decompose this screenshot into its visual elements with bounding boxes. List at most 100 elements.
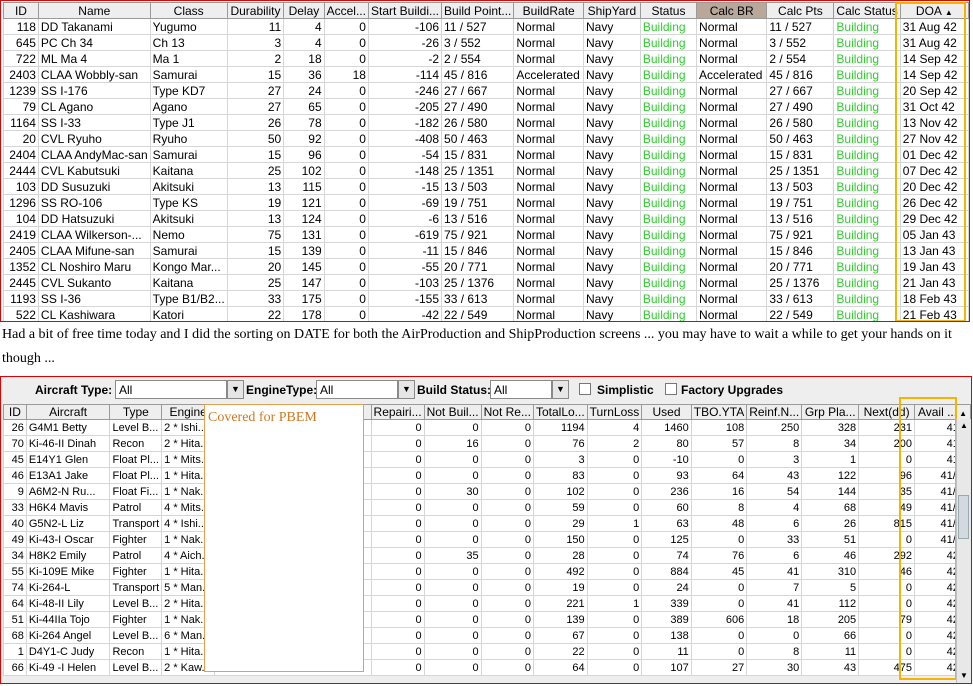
ship-table-header: ID Name Class Durability Delay Accel... Start … (3, 2, 969, 19)
column-header[interactable]: TurnLoss (586, 404, 643, 420)
table-cell: Building (639, 226, 698, 243)
table-row[interactable]: 40 G5N2-L Liz Transport 4 * Ishi... 0 0 0 29 1 63… (3, 515, 971, 532)
column-header[interactable]: Type (109, 404, 163, 420)
table-row[interactable]: 34 H8K2 Emily Patrol 4 * Aich... 0 35 0 28 0 74 76… (3, 547, 971, 564)
table-cell: 0 (323, 130, 369, 147)
column-header[interactable]: Next(dd) (858, 404, 916, 420)
column-header[interactable]: Not Re... (480, 404, 534, 420)
table-cell: 606 (690, 611, 748, 628)
table-row[interactable]: 2444 CVL Kabutsuki Kaitana 25 102 0 -148 25 / 1… (3, 162, 969, 179)
column-header[interactable]: TotalLo... (532, 404, 588, 420)
table-cell: Fighter (109, 531, 163, 548)
table-cell: 33 / 613 (766, 290, 835, 307)
table-row[interactable]: 118 DD Takanami Yugumo 11 4 0 -106 11 / 527 Norm… (3, 18, 969, 35)
table-cell: 26 (226, 114, 285, 131)
build-status-select[interactable]: All (490, 380, 552, 399)
column-header[interactable]: Accel... (323, 2, 369, 19)
column-header[interactable]: Build Point... (441, 2, 515, 19)
table-cell: 16 (690, 483, 748, 500)
column-header[interactable]: Grp Pla... (801, 404, 860, 420)
table-cell: 0 (586, 611, 643, 628)
table-cell: Type J1 (149, 114, 228, 131)
table-row[interactable]: 2419 CLAA Wilkerson-... Nemo 75 131 0 -619 75 /… (3, 226, 969, 243)
table-row[interactable]: 1 D4Y1-C Judy Recon 1 * Hita... 0 0 0 22 0 11 0 8 11… (3, 643, 971, 660)
table-row[interactable]: 1239 SS I-176 Type KD7 27 24 0 -246 27 / 667 Nor… (3, 82, 969, 99)
table-row[interactable]: 55 Ki-109E Mike Fighter 1 * Hita... 0 0 0 492 0 8… (3, 563, 971, 580)
table-row[interactable]: 2404 CLAA AndyMac-san Samurai 15 96 0 -54 15 / … (3, 146, 969, 163)
table-row[interactable]: 104 DD Hatsuzuki Akitsuki 13 124 0 -6 13 / 516 N… (3, 210, 969, 227)
column-header[interactable]: Avail ... ▲ (914, 404, 971, 420)
simplistic-checkbox[interactable] (579, 383, 591, 395)
column-header[interactable]: ID (3, 404, 27, 420)
column-header[interactable]: Used (641, 404, 692, 420)
column-header[interactable]: TBO.YTA (690, 404, 748, 420)
scroll-down-icon[interactable]: ▼ (957, 669, 971, 683)
table-cell: 0 (370, 467, 425, 484)
scroll-thumb[interactable] (958, 495, 969, 539)
column-header[interactable]: Delay (283, 2, 325, 19)
table-row[interactable]: 46 E13A1 Jake Float Pl... 1 * Hita... 0 0 0 83 0… (3, 467, 971, 484)
table-cell: Building (639, 162, 698, 179)
table-cell: Navy (582, 34, 641, 51)
table-cell: 0 (480, 611, 534, 628)
table-row[interactable]: 45 E14Y1 Glen Float Pl... 1 * Mits... 0 0 0 3 0-… (3, 451, 971, 468)
vertical-scrollbar[interactable]: ▲ ▼ (956, 419, 971, 683)
table-cell: Normal (696, 130, 768, 147)
table-row[interactable]: 20 CVL Ryuho Ryuho 50 92 0 -408 50 / 463 Normal N… (3, 130, 969, 147)
factory-upgrades-checkbox[interactable] (665, 383, 677, 395)
column-header[interactable]: Status (639, 2, 698, 19)
engine-type-select[interactable]: All (316, 380, 398, 399)
table-row[interactable]: 49 Ki-43-I Oscar Fighter 1 * Nak... 0 0 0 150 0 1… (3, 531, 971, 548)
column-header[interactable]: Calc BR (696, 2, 768, 19)
table-row[interactable]: 74 Ki-264-L Transport 5 * Man... 0 0 0 19 0 24 0 7 5… (3, 579, 971, 596)
column-header[interactable]: Class (149, 2, 228, 19)
column-header[interactable]: Aircraft (25, 404, 111, 420)
column-header[interactable]: Reinf.N... (746, 404, 803, 420)
table-row[interactable]: 1296 SS RO-106 Type KS 19 121 0 -69 19 / 751 Nor… (3, 194, 969, 211)
table-cell: 27 / 667 (441, 82, 515, 99)
table-cell: 0 (586, 563, 643, 580)
table-row[interactable]: 2405 CLAA Mifune-san Samurai 15 139 0 -11 15 / … (3, 242, 969, 259)
table-cell: 3 / 552 (441, 34, 515, 51)
table-cell: 28 (532, 547, 588, 564)
chevron-down-icon[interactable]: ▼ (552, 380, 569, 399)
table-row[interactable]: 2403 CLAA Wobbly-san Samurai 15 36 18 -114 45 /… (3, 66, 969, 83)
table-row[interactable]: 79 CL Agano Agano 27 65 0 -205 27 / 490 Normal Na… (3, 98, 969, 115)
table-row[interactable]: 33 H6K4 Mavis Patrol 4 * Mits... 0 0 0 59 0 60 8 4 6… (3, 499, 971, 516)
table-row[interactable]: 70 Ki-46-II Dinah Recon 2 * Hita... 0 16 0 76 2 8… (3, 435, 971, 452)
chevron-down-icon[interactable]: ▼ (398, 380, 415, 399)
table-row[interactable]: 66 Ki-49 -I Helen Level B... 2 * Kaw... 0 0 0 6… (3, 659, 971, 676)
table-row[interactable]: 103 DD Susuzuki Akitsuki 13 115 0 -15 13 / 503 N… (3, 178, 969, 195)
chevron-down-icon[interactable]: ▼ (227, 380, 244, 399)
table-row[interactable]: 522 CL Kashiwara Katori 22 178 0 -42 22 / 549 No… (3, 306, 969, 321)
table-row[interactable]: 68 Ki-264 Angel Level B... 6 * Man... 0 0 0 67 0… (3, 627, 971, 644)
table-row[interactable]: 51 Ki-44IIa Tojo Fighter 1 * Nak... 0 0 0 139 0 3… (3, 611, 971, 628)
scroll-up-icon[interactable]: ▲ (957, 419, 971, 433)
table-row[interactable]: 2445 CVL Sukanto Kaitana 25 147 0 -103 25 / 137… (3, 274, 969, 291)
table-cell: 2 / 554 (766, 50, 835, 67)
column-header[interactable]: Durability (226, 2, 285, 19)
table-row[interactable]: 645 PC Ch 34 Ch 13 3 4 0 -26 3 / 552 Normal Navy B… (3, 34, 969, 51)
table-cell: SS I-33 (37, 114, 151, 131)
column-header[interactable]: DOA ▲ (899, 2, 969, 19)
column-header[interactable]: Repairi... (370, 404, 425, 420)
column-header[interactable]: Calc Pts (766, 2, 835, 19)
table-row[interactable]: 722 ML Ma 4 Ma 1 2 18 0 -2 2 / 554 Normal Navy Bui… (3, 50, 969, 67)
table-cell: 46 (801, 547, 860, 564)
table-row[interactable]: 26 G4M1 Betty Level B... 2 * Ishi... 0 0 0 1194… (3, 419, 971, 436)
table-cell: 4 (586, 419, 643, 436)
column-header[interactable]: Name (37, 2, 151, 19)
table-row[interactable]: 64 Ki-48-II Lily Level B... 2 * Hita... 0 0 0 2… (3, 595, 971, 612)
table-row[interactable]: 1352 CL Noshiro Maru Kongo Mar... 20 145 0 -55… (3, 258, 969, 275)
table-row[interactable]: 1193 SS I-36 Type B1/B2... 33 175 0 -155 33 / 6… (3, 290, 969, 307)
aircraft-type-select[interactable]: All (115, 380, 227, 399)
table-row[interactable]: 1164 SS I-33 Type J1 26 78 0 -182 26 / 580 Norma… (3, 114, 969, 131)
column-header[interactable]: ShipYard (582, 2, 641, 19)
column-header[interactable]: BuildRate (513, 2, 584, 19)
table-cell: 1 (586, 515, 643, 532)
column-header[interactable]: Not Buil... (423, 404, 482, 420)
column-header[interactable]: ID (3, 2, 39, 19)
column-header[interactable]: Start Buildi... (367, 2, 443, 19)
table-row[interactable]: 9 A6M2-N Ru... Float Fi... 1 * Nak... 0 30 0 10… (3, 483, 971, 500)
column-header[interactable]: Calc Status (833, 2, 901, 19)
